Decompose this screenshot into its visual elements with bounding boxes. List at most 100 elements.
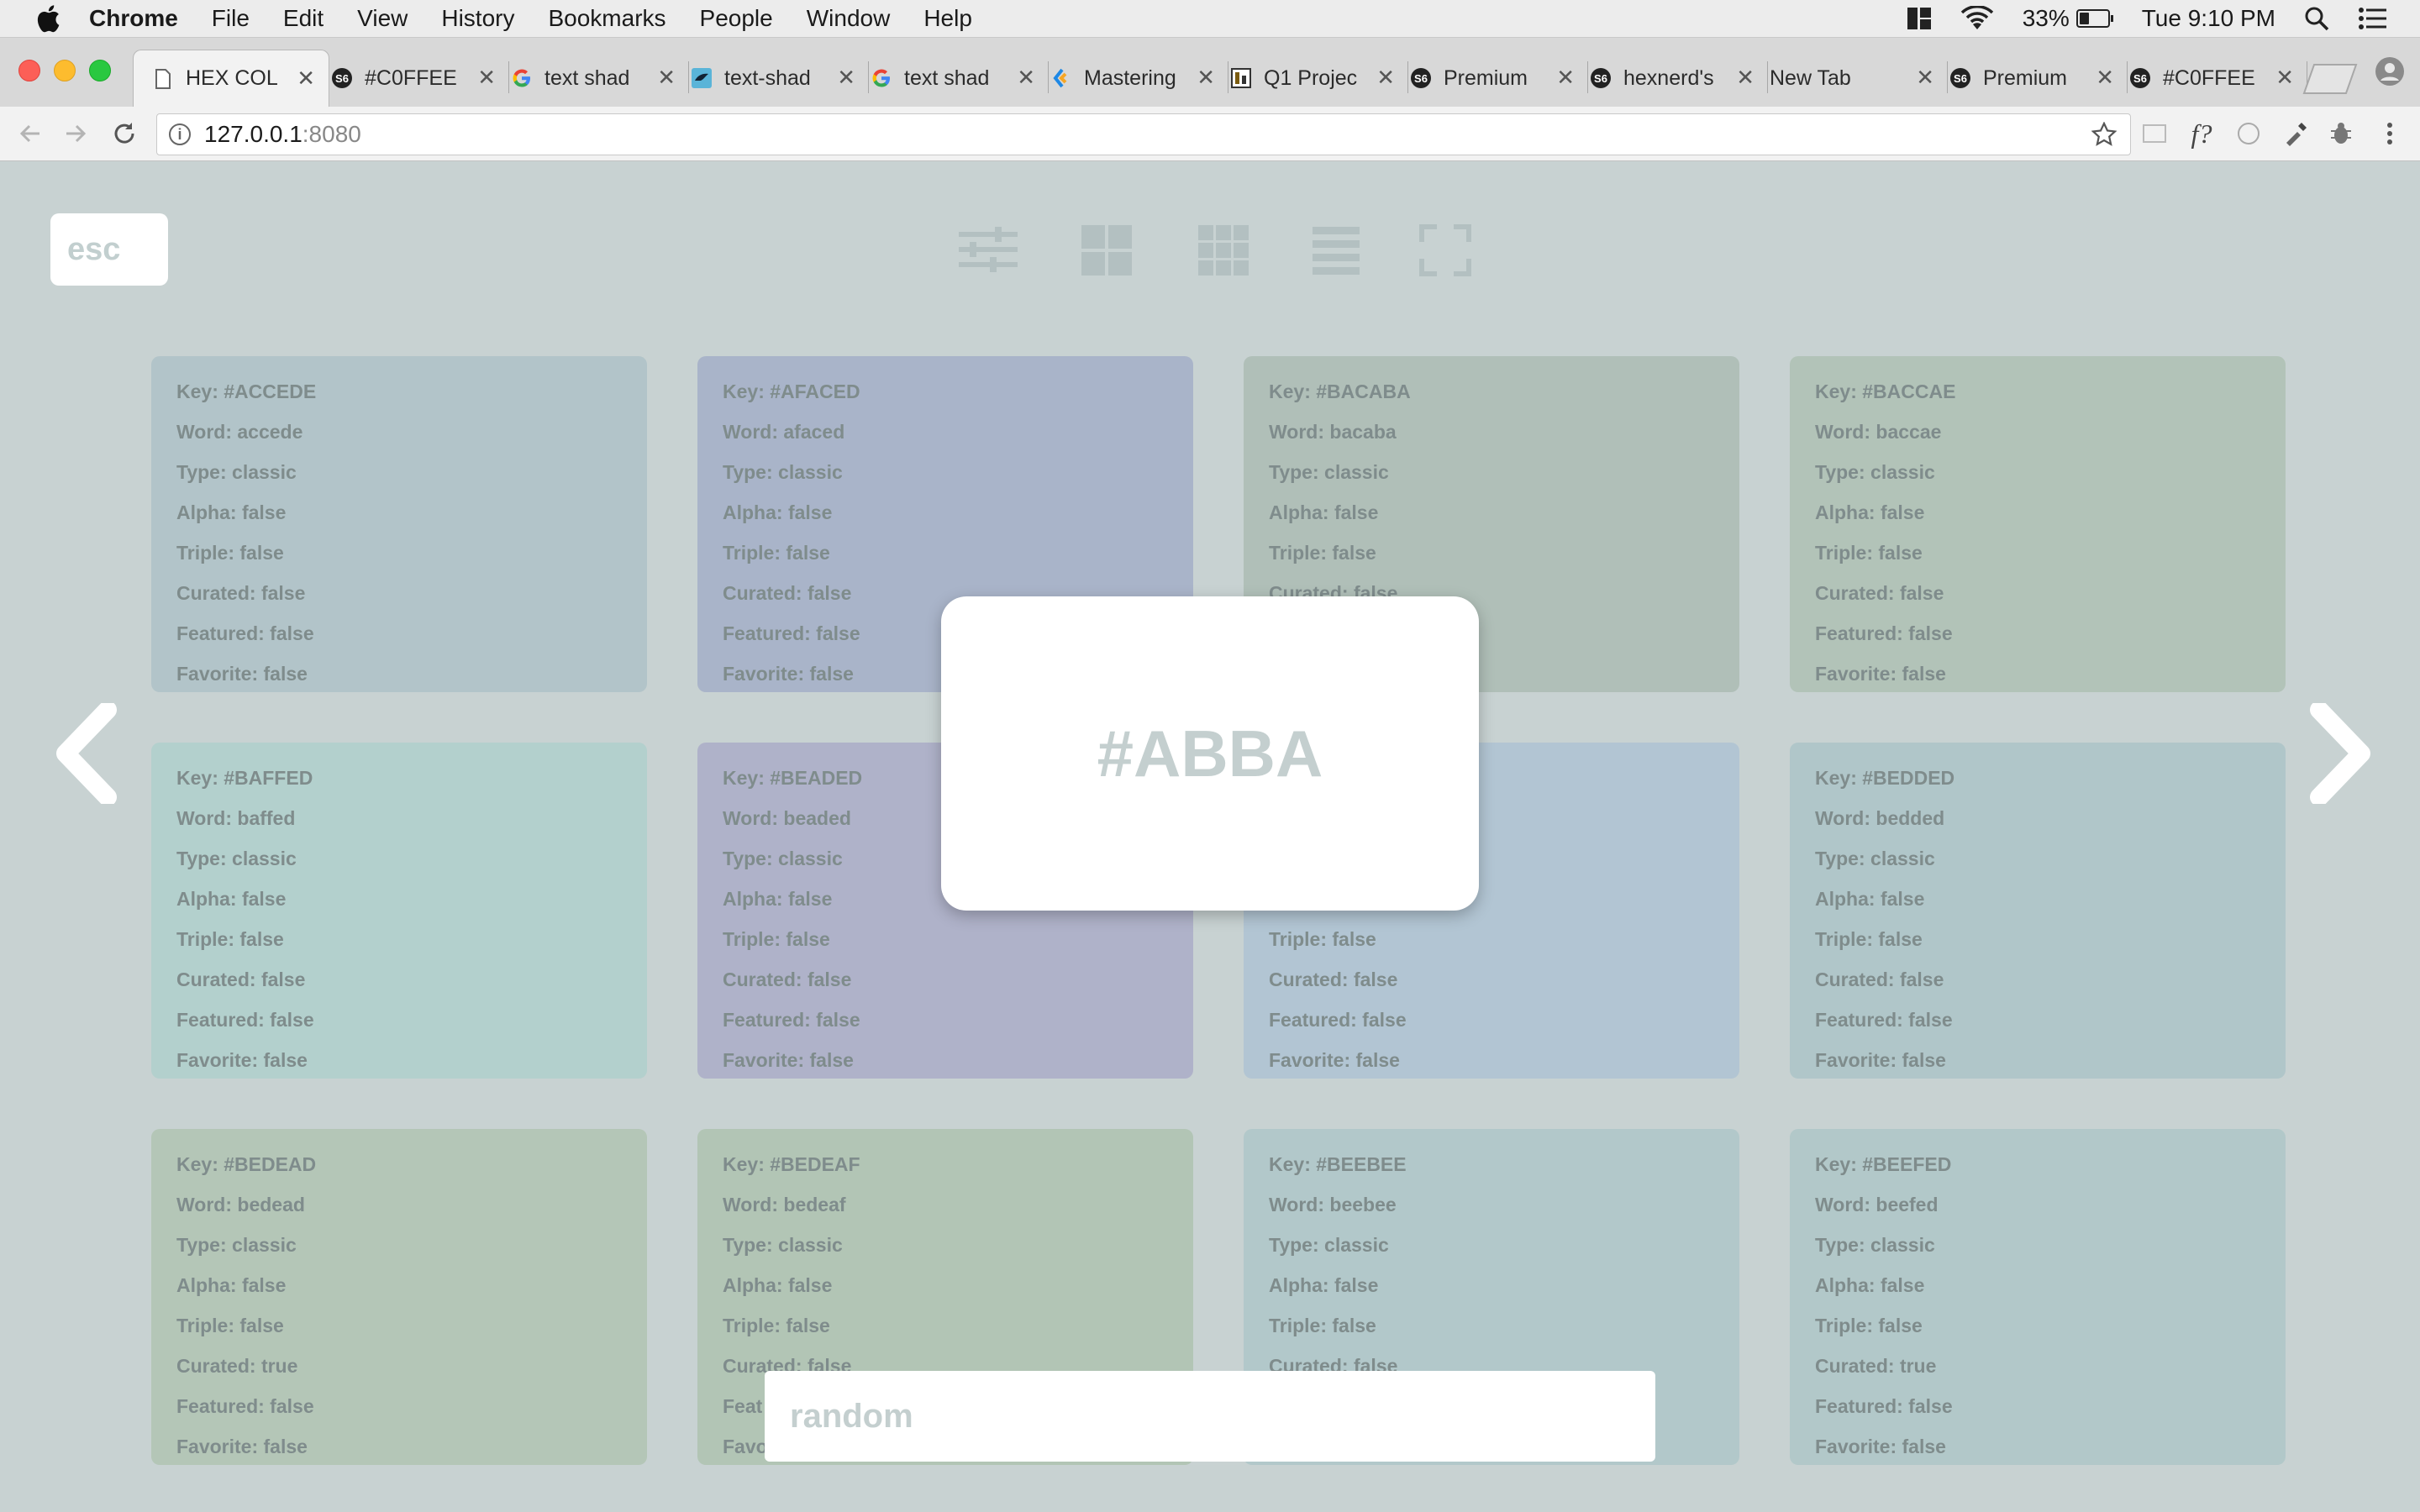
menu-people[interactable]: People: [700, 5, 773, 32]
cast-extension-icon[interactable]: [2139, 118, 2170, 149]
close-window-button[interactable]: [18, 60, 40, 81]
next-arrow-icon[interactable]: [2302, 703, 2378, 804]
eyedropper-extension-icon[interactable]: [2281, 118, 2311, 149]
tab-3[interactable]: text-shad ✕: [672, 50, 869, 107]
tab-9[interactable]: New Tab ✕: [1751, 50, 1948, 107]
tab-0[interactable]: HEX COL ✕: [133, 50, 329, 107]
card-type: Type: classic: [176, 461, 297, 483]
color-card[interactable]: Key: #ACCEDE Word: accede Type: classic Alp…: [151, 356, 647, 692]
card-word: Word: beebee: [1269, 1194, 1397, 1215]
tab-2[interactable]: text shad ✕: [492, 50, 689, 107]
google-icon: [871, 67, 892, 89]
circle-extension-icon[interactable]: [2233, 118, 2264, 149]
menu-file[interactable]: File: [212, 5, 250, 32]
card-featured: Featured: false: [176, 1395, 314, 1417]
card-triple: Triple: false: [1269, 928, 1376, 950]
card-type: Type: classic: [723, 1234, 843, 1256]
notification-center-icon[interactable]: [2358, 7, 2386, 30]
tab-10[interactable]: S6 Premium ✕: [1931, 50, 2128, 107]
card-triple: Triple: false: [176, 542, 284, 564]
menu-edit[interactable]: Edit: [283, 5, 324, 32]
card-word: Word: bedeaf: [723, 1194, 846, 1215]
font-identifier-extension-icon[interactable]: f?: [2186, 118, 2217, 149]
card-curated: Curated: true: [1815, 1355, 1937, 1377]
card-alpha: Alpha: false: [176, 1274, 287, 1296]
hex-preview-modal[interactable]: #ABBA: [941, 596, 1479, 911]
reload-button[interactable]: [108, 117, 141, 150]
tab-7[interactable]: S6 Premium ✕: [1392, 50, 1588, 107]
card-curated: Curated: false: [176, 582, 306, 604]
battery-percent: 33%: [2022, 5, 2070, 31]
minimize-window-button[interactable]: [54, 60, 76, 81]
svg-text:S6: S6: [1594, 72, 1607, 85]
forward-arrow-icon: [66, 124, 87, 143]
sliders-view-icon[interactable]: [958, 220, 1018, 281]
window-layout-icon[interactable]: [1907, 7, 1932, 30]
card-curated: Curated: false: [176, 969, 306, 990]
card-word: Word: afaced: [723, 421, 845, 443]
page-content: esc Key: #ACCEDE Word: accede Type: classi…: [0, 161, 2420, 1512]
site-info-icon[interactable]: i: [169, 123, 191, 145]
modal-hex-code: #ABBA: [1097, 716, 1323, 790]
chrome-menu-icon[interactable]: [2375, 118, 2405, 149]
tab-4[interactable]: text shad ✕: [852, 50, 1049, 107]
esc-button[interactable]: esc: [50, 213, 168, 286]
color-card[interactable]: Key: #BEDDED Word: bedded Type: classic Alp…: [1790, 743, 2286, 1079]
card-favorite: Favorite: false: [1269, 1049, 1400, 1071]
clock[interactable]: Tue 9:10 PM: [2142, 5, 2275, 32]
tab-1[interactable]: S6 #C0FFEE ✕: [313, 50, 509, 107]
card-alpha: Alpha: false: [1815, 1274, 1925, 1296]
card-favorite: Favorite: false: [176, 663, 308, 685]
color-card[interactable]: Key: #BACCAE Word: baccae Type: classic Alp…: [1790, 356, 2286, 692]
back-button[interactable]: [13, 117, 47, 150]
menu-view[interactable]: View: [357, 5, 408, 32]
large-grid-view-icon[interactable]: [1076, 220, 1137, 281]
battery-indicator[interactable]: 33%: [2023, 5, 2113, 32]
tab-title: hexnerd's: [1623, 66, 1714, 90]
spotlight-search-icon[interactable]: [2304, 6, 2329, 31]
profile-avatar-icon[interactable]: [2375, 56, 2405, 87]
bookmark-star-icon[interactable]: [2091, 122, 2117, 147]
card-key: Key: #BEDDED: [1815, 767, 1955, 789]
google-icon: [511, 67, 533, 89]
color-card[interactable]: Key: #BEDEAD Word: bedead Type: classic Alp…: [151, 1129, 647, 1465]
small-grid-view-icon[interactable]: [1193, 220, 1254, 281]
zoom-window-button[interactable]: [89, 60, 111, 81]
tab-11[interactable]: S6 #C0FFEE ✕: [2111, 50, 2307, 107]
card-curated: Curated: false: [1815, 582, 1944, 604]
menu-window[interactable]: Window: [807, 5, 891, 32]
fullscreen-view-icon[interactable]: [1415, 220, 1476, 281]
tab-title: #C0FFEE: [2163, 66, 2255, 90]
close-tab-icon[interactable]: ✕: [2275, 66, 2294, 88]
apple-menu-icon[interactable]: [35, 4, 60, 33]
card-favorite: Favorite: false: [176, 1436, 308, 1457]
card-type: Type: classic: [176, 1234, 297, 1256]
tab-5[interactable]: Mastering ✕: [1032, 50, 1228, 107]
menu-history[interactable]: History: [441, 5, 514, 32]
card-key: Key: #BEEFED: [1815, 1153, 1952, 1175]
list-view-icon[interactable]: [1306, 220, 1366, 281]
forward-button[interactable]: [59, 117, 92, 150]
address-bar[interactable]: i 127.0.0.1:8080: [156, 113, 2131, 155]
tab-8[interactable]: S6 hexnerd's ✕: [1571, 50, 1768, 107]
random-search-input[interactable]: random: [765, 1371, 1655, 1462]
back-arrow-icon: [19, 124, 39, 143]
color-card[interactable]: Key: #BEEFED Word: beefed Type: classic Alp…: [1790, 1129, 2286, 1465]
tab-6[interactable]: Q1 Projec ✕: [1212, 50, 1408, 107]
card-triple: Triple: false: [1815, 928, 1923, 950]
card-alpha: Alpha: false: [1269, 501, 1379, 523]
card-word: Word: baccae: [1815, 421, 1942, 443]
color-card[interactable]: Key: #BAFFED Word: baffed Type: classic Alp…: [151, 743, 647, 1079]
svg-text:S6: S6: [335, 72, 349, 85]
menu-help[interactable]: Help: [923, 5, 972, 32]
new-tab-button[interactable]: [2302, 61, 2358, 95]
menu-bookmarks[interactable]: Bookmarks: [548, 5, 666, 32]
card-favorite: Favorite: false: [176, 1049, 308, 1071]
previous-arrow-icon[interactable]: [49, 703, 124, 804]
bug-extension-icon[interactable]: [2326, 118, 2356, 149]
card-curated: Curated: false: [1269, 969, 1398, 990]
app-name-menu[interactable]: Chrome: [89, 5, 178, 32]
tab-title: Premium: [1444, 66, 1528, 90]
card-triple: Triple: false: [176, 1315, 284, 1336]
wifi-icon[interactable]: [1960, 6, 1994, 31]
